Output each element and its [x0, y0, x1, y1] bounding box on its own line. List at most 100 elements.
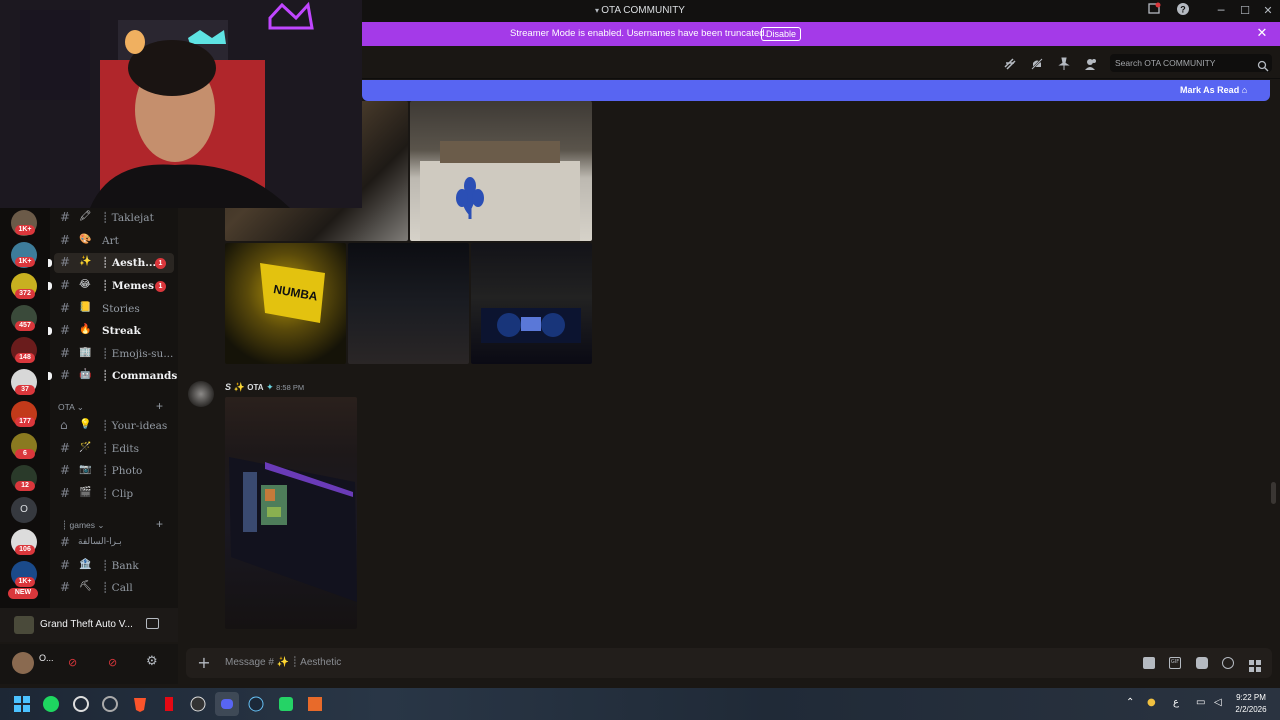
gif-icon[interactable]: GIF: [1169, 657, 1181, 669]
server-badge: 372: [15, 289, 35, 299]
sticker-icon[interactable]: [1196, 657, 1208, 669]
channel-name: Memes: [111, 280, 154, 292]
server-badge: 37: [15, 385, 35, 395]
mark-as-read-button[interactable]: Mark As Read ⌂: [1180, 80, 1247, 101]
server-badge: 1K+: [15, 257, 35, 267]
server-badge: 177: [15, 417, 35, 427]
close-banner-icon[interactable]: ✕: [1254, 26, 1270, 42]
microphone-icon[interactable]: ●: [1147, 697, 1156, 708]
brave-icon[interactable]: [128, 692, 152, 716]
author-name[interactable]: S: [225, 382, 231, 392]
search-icon[interactable]: [1257, 57, 1269, 72]
hash-icon: #: [60, 255, 71, 269]
streamer-mode-text: Streamer Mode is enabled. Usernames have…: [510, 28, 768, 39]
gift-icon[interactable]: [1143, 657, 1155, 669]
threads-icon[interactable]: [1003, 56, 1017, 70]
mention-badge: 1: [155, 281, 166, 292]
message-header: S ✨ OTA ✦ 8:58 PM: [225, 382, 304, 393]
member-list-icon[interactable]: [1084, 56, 1098, 70]
author-avatar[interactable]: [188, 381, 214, 407]
channel-name: بـرا-السالفة: [78, 537, 122, 547]
pin-icon[interactable]: [1057, 56, 1071, 70]
add-channel-icon[interactable]: +: [156, 517, 163, 531]
help-icon[interactable]: ?: [1174, 2, 1192, 20]
new-messages-bar[interactable]: [362, 80, 1270, 101]
clock-time: 9:22 PM: [1236, 693, 1266, 702]
chat-scrollbar[interactable]: [1271, 482, 1276, 504]
disable-streamer-button[interactable]: Disable: [761, 27, 801, 41]
channel-label: ┊ Edits: [102, 443, 140, 455]
message-input[interactable]: Message # ✨ ┊ Aesthetic: [225, 648, 341, 678]
settings-gear-icon[interactable]: ⚙: [146, 655, 160, 669]
channel-name: Your-ideas: [111, 420, 168, 432]
window-title-text: OTA COMMUNITY: [601, 5, 685, 16]
channel-name: Stories: [102, 303, 140, 315]
server-badge: 106: [15, 545, 35, 555]
microphone-muted-icon[interactable]: ⊘: [68, 656, 82, 670]
channel-label: ┊ Commands: [102, 370, 178, 382]
headphones-muted-icon[interactable]: ⊘: [108, 656, 122, 670]
emoji-icon[interactable]: [1222, 657, 1234, 669]
maximize-button[interactable]: ☐: [1236, 2, 1254, 20]
unread-indicator: [48, 282, 52, 290]
network-icon[interactable]: ▭: [1196, 697, 1205, 708]
netflix-icon[interactable]: [157, 692, 181, 716]
hash-icon: #: [60, 278, 71, 292]
new-servers-pill[interactable]: NEW: [8, 588, 38, 599]
channel-name: Commands: [111, 370, 178, 382]
search-input[interactable]: Search OTA COMMUNITY: [1115, 54, 1215, 72]
channel-emoji: 🖍: [79, 211, 92, 222]
stream-game-icon[interactable]: [146, 618, 159, 629]
activity-title: Grand Theft Auto V...: [40, 619, 133, 630]
chevron-down-icon: ⌄: [76, 402, 84, 412]
user-name[interactable]: O...: [39, 653, 54, 663]
attachment-image-street[interactable]: [348, 243, 469, 364]
channel-emoji: 🪄: [79, 442, 92, 453]
discord-icon[interactable]: [215, 692, 239, 716]
minimize-button[interactable]: ─: [1212, 2, 1230, 20]
category-games[interactable]: ┊ games ⌄: [62, 520, 105, 531]
volume-icon[interactable]: ◁: [1214, 697, 1222, 708]
add-channel-icon[interactable]: +: [156, 399, 163, 413]
whatsapp-icon[interactable]: [274, 692, 298, 716]
unread-indicator: [48, 372, 52, 380]
attachment-image-flag[interactable]: NUMBA: [225, 243, 346, 364]
channel-label: ┊ Taklejat: [102, 212, 154, 224]
language-indicator[interactable]: ع: [1173, 697, 1179, 708]
apps-icon[interactable]: [1249, 657, 1261, 672]
svg-text:?: ?: [1180, 5, 1186, 15]
obs-icon[interactable]: [69, 692, 93, 716]
server-icon-letter[interactable]: O: [11, 497, 37, 523]
channel-emoji: 🏢: [79, 347, 92, 358]
notification-muted-icon[interactable]: [1030, 56, 1044, 70]
sparkle-icon: ✨: [233, 382, 245, 392]
channel-emoji: 🤖: [79, 369, 92, 380]
windows-start-icon[interactable]: [10, 692, 34, 716]
category-name: games: [69, 520, 95, 530]
server-badge: 12: [15, 481, 35, 491]
hash-icon: #: [60, 210, 71, 224]
message-composer[interactable]: [186, 648, 1272, 678]
server-badge: 6: [15, 449, 35, 459]
attachment-image-cafe[interactable]: [410, 101, 592, 241]
steam-icon[interactable]: [244, 692, 268, 716]
user-avatar[interactable]: [12, 652, 34, 674]
channel-emoji: ⛏: [79, 581, 92, 592]
mark-as-read-label: Mark As Read: [1180, 85, 1240, 95]
attachment-image-laptop[interactable]: [225, 397, 357, 629]
spotify-icon[interactable]: [39, 692, 63, 716]
screen-share-icon[interactable]: [1145, 2, 1163, 20]
vpn-icon[interactable]: [303, 692, 327, 716]
streamer-mode-banner: [362, 22, 1280, 46]
role-tag: OTA: [247, 383, 264, 392]
steelseries-icon[interactable]: [98, 692, 122, 716]
close-window-button[interactable]: ✕: [1259, 2, 1277, 20]
channel-emoji: 🔥: [79, 324, 92, 335]
system-clock[interactable]: 9:22 PM 2/2/2026: [1228, 692, 1274, 716]
app-icon[interactable]: [186, 692, 210, 716]
attachment-image-dashboard[interactable]: [471, 243, 592, 364]
category-ota[interactable]: OTA ⌄: [58, 402, 84, 413]
channel-name: Bank: [111, 560, 139, 572]
add-attachment-icon[interactable]: +: [194, 653, 214, 673]
tray-chevron-up-icon[interactable]: ⌃: [1126, 697, 1134, 708]
